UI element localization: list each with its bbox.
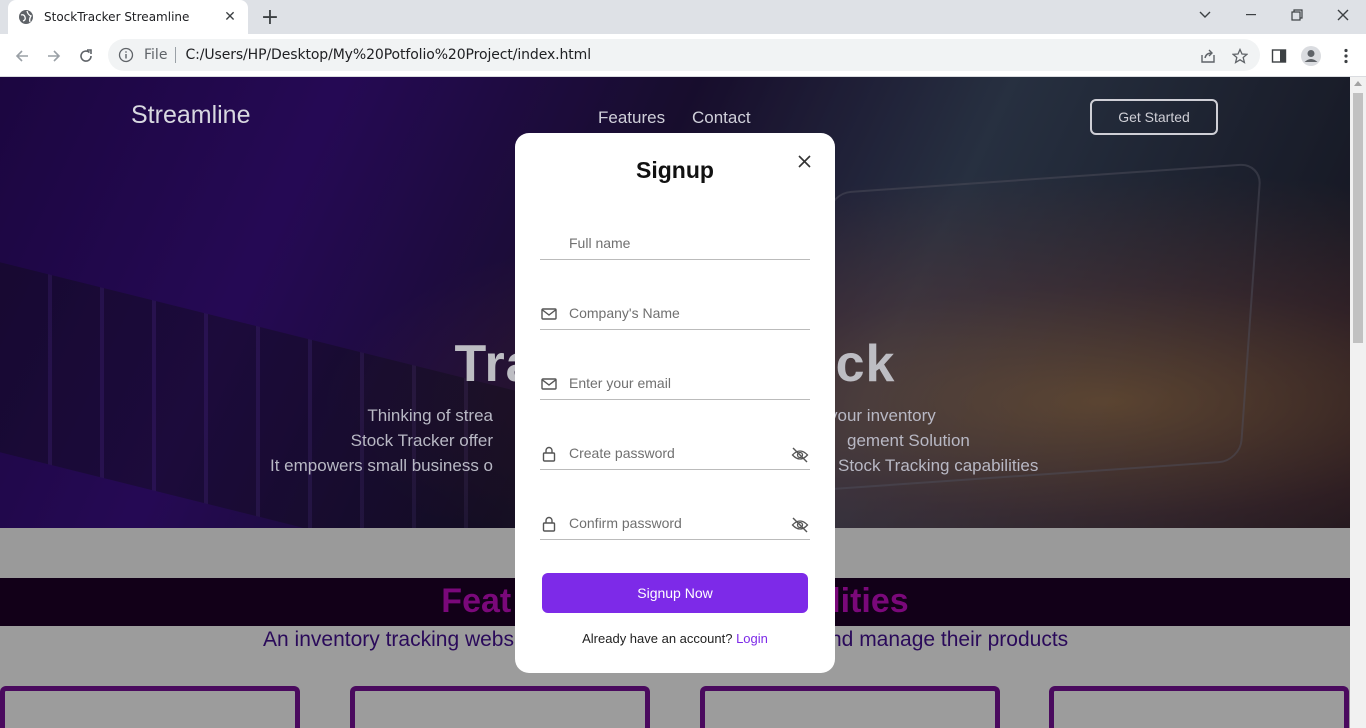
signup-now-button[interactable]: Signup Now [542, 573, 808, 613]
features-subtitle-left: An inventory tracking webs [263, 628, 514, 651]
page-scrollbar[interactable] [1350, 77, 1366, 728]
hero-line-2-left: Stock Tracker offer [350, 431, 493, 450]
forward-button[interactable] [40, 42, 68, 70]
create-password-placeholder: Create password [569, 445, 675, 461]
features-subtitle-right: nd manage their products [830, 628, 1069, 651]
features-title-left: Feat [441, 582, 512, 620]
envelope-icon [541, 308, 557, 320]
email-field[interactable]: Enter your email [540, 360, 810, 400]
hero-line-3-left: It empowers small business o [270, 456, 493, 475]
browser-tabbar: StockTracker Streamline ✕ + [0, 0, 1366, 34]
hero-line-1-right: your inventory [829, 406, 936, 425]
globe-icon [19, 10, 33, 24]
tab-title: StockTracker Streamline [44, 10, 190, 24]
email-placeholder: Enter your email [569, 375, 671, 391]
modal-title: Signup [636, 157, 714, 183]
menu-kebab-icon[interactable] [1333, 43, 1359, 69]
side-panel-icon[interactable] [1266, 43, 1292, 69]
lock-icon [542, 516, 556, 532]
hero-line-1-left: Thinking of strea [367, 406, 493, 425]
company-name-field[interactable]: Company's Name [540, 290, 810, 330]
signup-modal: Signup Full name Company's Name Enter yo… [515, 133, 835, 673]
scroll-up-arrow-icon[interactable] [1354, 81, 1362, 86]
address-bar[interactable]: File C:/Users/HP/Desktop/My%20Potfolio%2… [108, 39, 1260, 71]
nav-features[interactable]: Features [598, 108, 665, 128]
browser-tab[interactable]: StockTracker Streamline ✕ [8, 0, 248, 34]
info-icon[interactable] [118, 47, 134, 63]
feature-card[interactable] [700, 686, 1000, 728]
url-text[interactable]: C:/Users/HP/Desktop/My%20Potfolio%20Proj… [185, 47, 591, 63]
company-name-placeholder: Company's Name [569, 305, 680, 321]
get-started-button[interactable]: Get Started [1090, 99, 1218, 135]
bookmark-star-icon[interactable] [1227, 43, 1253, 69]
lock-icon [542, 446, 556, 462]
share-icon[interactable] [1195, 43, 1221, 69]
page-viewport: Streamline Features Contact Get Started … [0, 77, 1350, 728]
login-prompt-text: Already have an account? [582, 631, 733, 646]
confirm-password-field[interactable]: Confirm password [540, 500, 810, 540]
reload-button[interactable] [72, 42, 100, 70]
features-title-right: lities [831, 582, 909, 620]
full-name-placeholder: Full name [569, 235, 631, 251]
tab-close-icon[interactable]: ✕ [222, 9, 238, 25]
confirm-password-placeholder: Confirm password [569, 515, 682, 531]
hero-line-2-right: gement Solution [847, 431, 970, 450]
scrollbar-thumb[interactable] [1353, 93, 1363, 343]
browser-toolbar: File C:/Users/HP/Desktop/My%20Potfolio%2… [0, 34, 1366, 77]
scheme-label: File [144, 47, 168, 63]
back-button[interactable] [8, 42, 36, 70]
profile-avatar-icon[interactable] [1298, 43, 1324, 69]
tab-search-icon[interactable] [1182, 0, 1228, 30]
restore-button[interactable] [1274, 0, 1320, 30]
eye-slash-icon[interactable] [791, 447, 809, 463]
feature-card[interactable] [1049, 686, 1349, 728]
nav-contact[interactable]: Contact [692, 108, 751, 128]
brand-logo[interactable]: Streamline [131, 101, 251, 130]
minimize-button[interactable] [1228, 0, 1274, 30]
hero-title-right: ck [835, 335, 896, 393]
new-tab-button[interactable]: + [258, 5, 282, 30]
feature-card[interactable] [0, 686, 300, 728]
login-prompt: Already have an account? Login [515, 631, 835, 646]
envelope-icon [541, 378, 557, 390]
omnibox-divider [175, 47, 177, 63]
login-link[interactable]: Login [736, 631, 768, 646]
feature-card[interactable] [350, 686, 650, 728]
create-password-field[interactable]: Create password [540, 430, 810, 470]
full-name-field[interactable]: Full name [540, 220, 810, 260]
eye-slash-icon[interactable] [791, 517, 809, 533]
hero-line-3-right: Stock Tracking capabilities [838, 456, 1039, 475]
close-window-button[interactable] [1320, 0, 1366, 30]
